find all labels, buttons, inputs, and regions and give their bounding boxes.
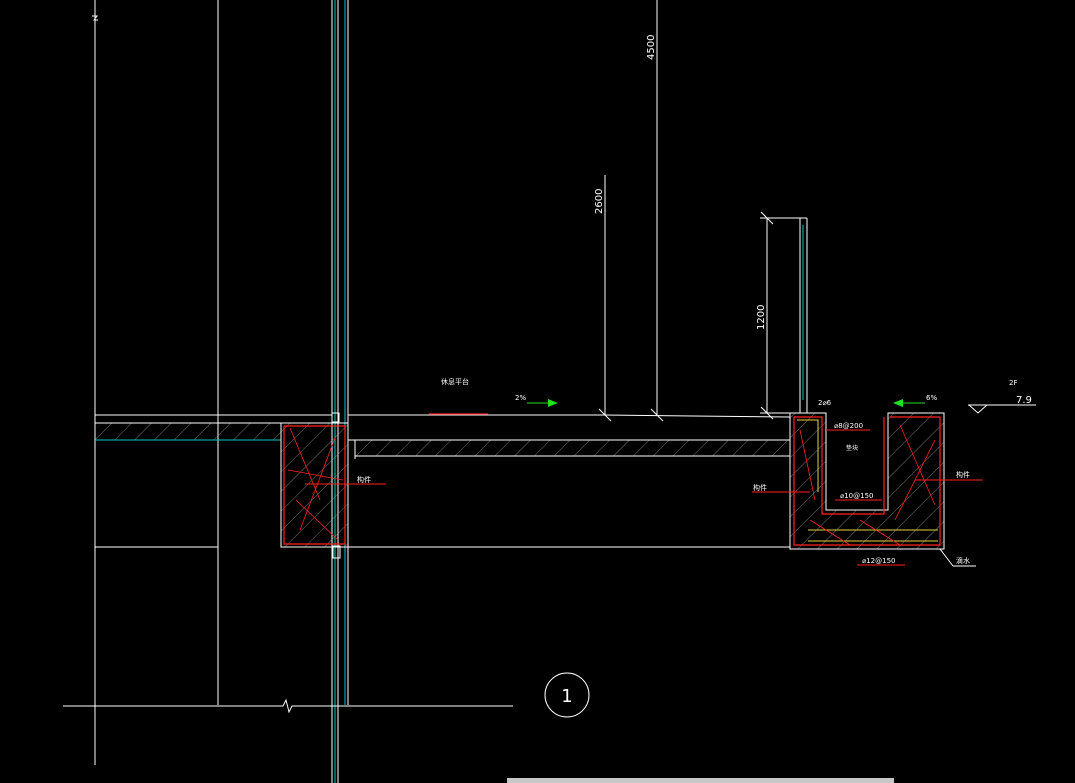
beam-label-left: 构件 xyxy=(357,475,371,484)
beam-label-trough-left: 构件 xyxy=(753,483,767,492)
detail-number: 1 xyxy=(561,686,572,707)
u-trough xyxy=(789,412,945,550)
railing xyxy=(799,217,808,413)
left-edge-beam xyxy=(280,422,349,548)
dim-2600: 2600 xyxy=(594,189,605,214)
platform-label: 休息平台 xyxy=(441,377,469,386)
cantilever-slab xyxy=(348,413,791,548)
rebar-top-label: ⌀8@200 xyxy=(834,422,863,430)
curtain-wall-mullions xyxy=(331,0,349,783)
rebar-mid-label: ⌀10@150 xyxy=(840,492,873,500)
slope-arrow-right xyxy=(893,399,925,407)
note-2a6: 2⌀6 xyxy=(818,399,832,407)
dim-4500: 4500 xyxy=(646,35,657,60)
detail-callout: 1 xyxy=(544,672,590,718)
cad-drawing-canvas[interactable]: 4500 2600 1200 休息平台 2% 6% 2F 7.9 2⌀6 ⌀8@… xyxy=(0,0,1075,783)
elevation-label: 7.9 xyxy=(1016,395,1032,406)
left-wall-lines xyxy=(92,0,219,765)
level-marker xyxy=(968,404,1036,414)
floor-label: 2F xyxy=(1009,379,1017,387)
dim-1200: 1200 xyxy=(756,305,767,330)
rebar-bottom-label: ⌀12@150 xyxy=(862,557,895,565)
bottom-break-line xyxy=(63,698,513,714)
note-mid: 垫块 xyxy=(846,444,858,452)
beam-label-trough-right: 构件 xyxy=(956,470,970,479)
slope-arrow-left xyxy=(527,399,558,407)
drain-label: 滴水 xyxy=(956,556,970,565)
horizontal-scrollbar[interactable] xyxy=(507,778,894,783)
slope-left-text: 2% xyxy=(515,394,526,402)
dimension-lines xyxy=(598,0,800,422)
slope-right-text: 6% xyxy=(926,394,937,402)
